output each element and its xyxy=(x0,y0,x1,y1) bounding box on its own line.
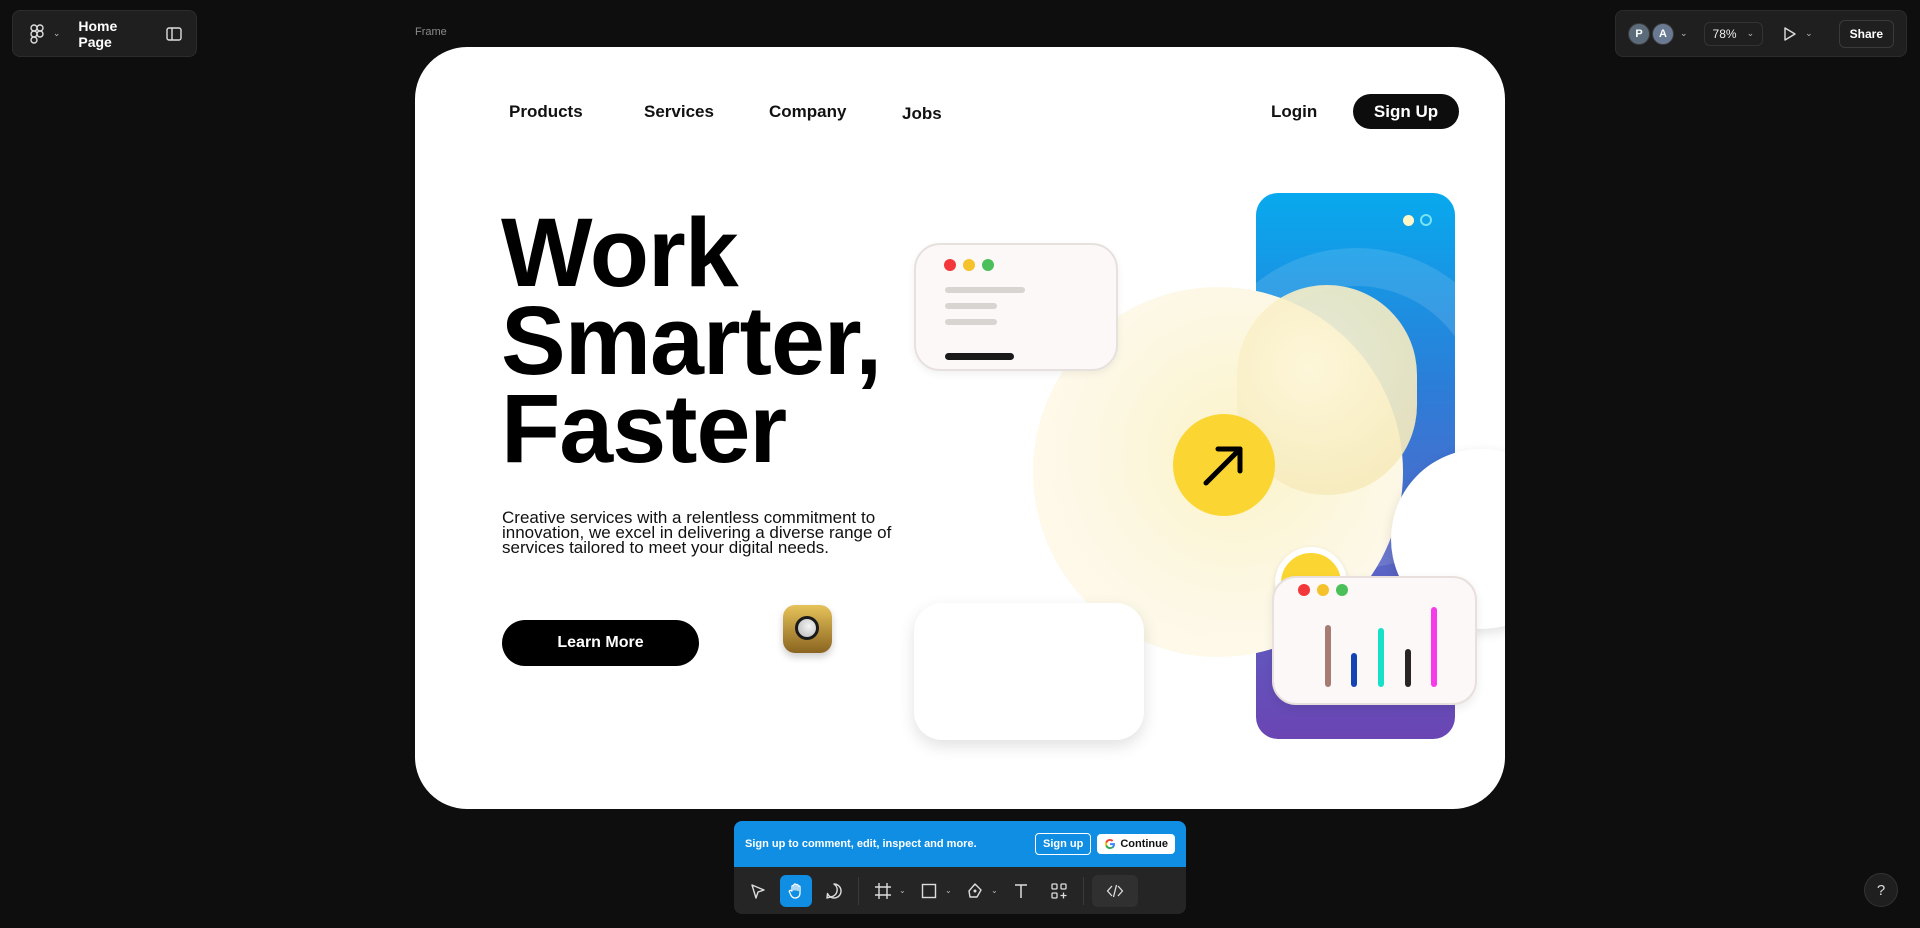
chart-bar xyxy=(1351,653,1357,687)
sun-circle xyxy=(1033,287,1403,657)
play-icon xyxy=(1784,26,1796,41)
help-button[interactable]: ? xyxy=(1864,873,1898,907)
move-icon[interactable] xyxy=(742,875,774,907)
banner-signup-button[interactable]: Sign up xyxy=(1035,833,1092,855)
banner-text: Sign up to comment, edit, inspect and mo… xyxy=(745,838,977,850)
rectangle-icon[interactable] xyxy=(913,875,945,907)
avatar[interactable]: P xyxy=(1628,22,1650,45)
zoom-control[interactable]: 78% ⌄ xyxy=(1703,21,1764,46)
signup-banner: Sign up to comment, edit, inspect and mo… xyxy=(734,821,1186,867)
frame-icon[interactable] xyxy=(867,875,899,907)
signup-button[interactable]: Sign Up xyxy=(1353,94,1459,129)
white-circle xyxy=(1391,449,1505,629)
chart-card xyxy=(1272,576,1477,705)
chart-bar xyxy=(1325,625,1331,687)
hero-title-line: Work xyxy=(501,198,739,307)
sun-glow xyxy=(1237,285,1417,495)
components-icon[interactable] xyxy=(1043,875,1075,907)
continue-label: Continue xyxy=(1120,838,1168,850)
right-toolbar: P A ⌄ 78% ⌄ ⌄ Share xyxy=(1615,10,1907,57)
sidebar-toggle-icon[interactable] xyxy=(162,22,186,46)
chart-bar xyxy=(1378,628,1384,687)
google-icon xyxy=(1105,839,1116,849)
nav-products[interactable]: Products xyxy=(509,102,583,122)
comment-icon[interactable] xyxy=(818,875,850,907)
blank-card xyxy=(914,603,1144,740)
share-button[interactable]: Share xyxy=(1838,19,1894,48)
zoom-value: 78% xyxy=(1712,26,1737,41)
arrow-up-right-icon xyxy=(1173,414,1275,516)
chevron-down-icon[interactable]: ⌄ xyxy=(991,886,999,895)
chart-bar xyxy=(1405,649,1411,687)
figma-logo-icon[interactable] xyxy=(23,20,51,48)
hero-title-line: Faster xyxy=(501,374,787,483)
pen-icon[interactable] xyxy=(959,875,991,907)
present-button[interactable]: ⌄ xyxy=(1783,26,1813,42)
hero-title-line: Smarter, xyxy=(501,286,882,395)
chart-bar xyxy=(1431,607,1437,687)
nav-jobs[interactable]: Jobs xyxy=(902,104,942,124)
hero-title: Work Smarter, Faster xyxy=(501,198,882,483)
nav-company[interactable]: Company xyxy=(769,102,846,122)
google-continue-button[interactable]: Continue xyxy=(1097,834,1175,854)
bottom-toolbar: ⌄ ⌄ ⌄ xyxy=(734,867,1186,914)
learn-more-button[interactable]: Learn More xyxy=(502,620,699,666)
login-link[interactable]: Login xyxy=(1271,102,1317,122)
design-frame: Products Services Company Jobs Login Sig… xyxy=(415,47,1505,809)
nav-services[interactable]: Services xyxy=(644,102,714,122)
hero-subtitle: Creative services with a relentless comm… xyxy=(502,508,892,557)
text-icon[interactable] xyxy=(1005,875,1037,907)
chevron-down-icon[interactable]: ⌄ xyxy=(1680,28,1688,39)
toggle-icon xyxy=(783,605,832,653)
file-title[interactable]: Home Page xyxy=(78,18,154,50)
chevron-down-icon[interactable]: ⌄ xyxy=(899,886,907,895)
chevron-down-icon: ⌄ xyxy=(1805,28,1813,38)
frame-label[interactable]: Frame xyxy=(415,26,447,38)
code-icon[interactable] xyxy=(1092,874,1138,907)
chevron-down-icon: ⌄ xyxy=(1746,28,1755,38)
avatar[interactable]: A xyxy=(1652,22,1674,45)
chevron-down-icon[interactable]: ⌄ xyxy=(53,28,61,39)
phone-illustration xyxy=(1256,193,1455,739)
hand-icon[interactable] xyxy=(780,874,812,907)
small-sun xyxy=(1275,547,1347,619)
file-chip: ⌄ Home Page xyxy=(12,10,197,57)
window-card xyxy=(914,243,1118,371)
chevron-down-icon[interactable]: ⌄ xyxy=(945,886,953,895)
